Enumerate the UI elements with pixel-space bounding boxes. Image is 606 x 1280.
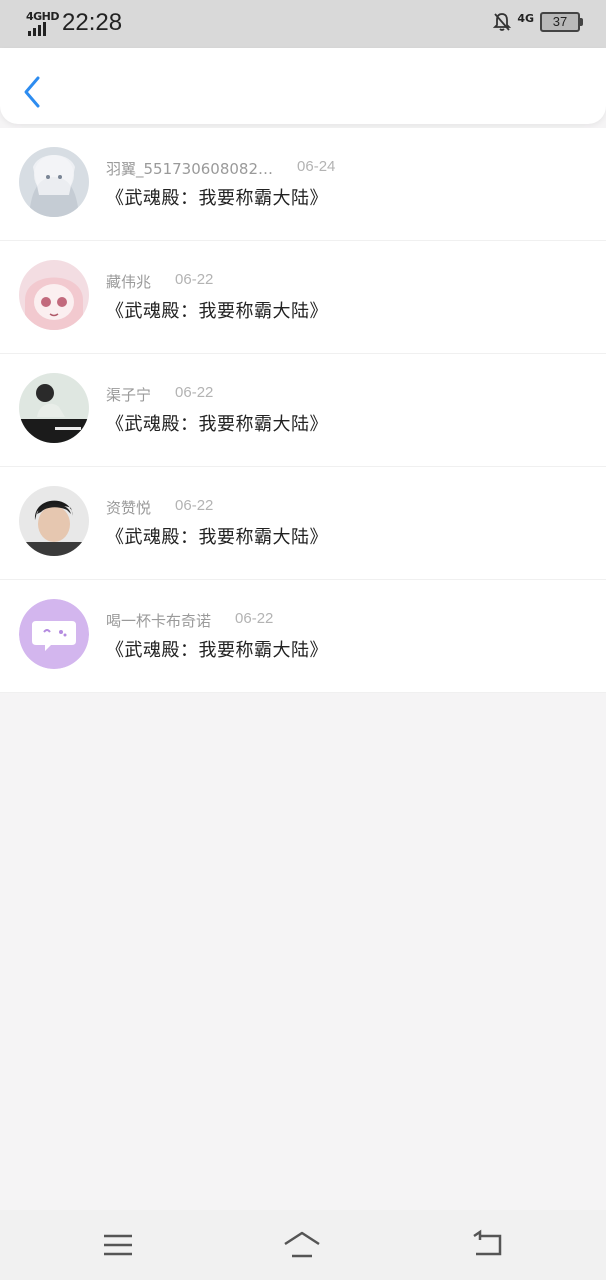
date: 06-22: [235, 610, 274, 627]
menu-icon: [104, 1234, 132, 1256]
header: [0, 48, 606, 124]
avatar: [19, 373, 89, 443]
book-title: 《武魂殿：我要称霸大陆》: [106, 527, 328, 548]
message-list: 羽翼_551730608082… 06-24 《武魂殿：我要称霸大陆》 藏伟兆 …: [0, 128, 606, 693]
chevron-left-icon: [24, 76, 40, 108]
status-bar: 4GHD 22:28 4G 37: [0, 0, 606, 48]
date: 06-22: [175, 271, 214, 288]
network-type-right: 4G: [517, 11, 534, 25]
chat-bubble-icon: [19, 599, 89, 669]
signal-icon: 4GHD: [26, 10, 60, 36]
list-item[interactable]: 藏伟兆 06-22 《武魂殿：我要称霸大陆》: [0, 241, 606, 354]
list-item[interactable]: 资赞悦 06-22 《武魂殿：我要称霸大陆》: [0, 467, 606, 580]
system-nav-bar: [0, 1210, 606, 1280]
book-title: 《武魂殿：我要称霸大陆》: [106, 414, 328, 435]
back-button[interactable]: [18, 74, 48, 110]
avatar: [19, 260, 89, 330]
date: 06-22: [175, 384, 214, 401]
status-icons: 4G 37: [493, 11, 583, 32]
battery-icon: 37: [540, 12, 583, 32]
date: 06-24: [297, 158, 336, 175]
back-icon: [473, 1229, 502, 1256]
book-title: 《武魂殿：我要称霸大陆》: [106, 640, 328, 661]
user-name: 羽翼_551730608082…: [106, 160, 274, 178]
book-title: 《武魂殿：我要称霸大陆》: [106, 301, 328, 322]
book-title: 《武魂殿：我要称霸大陆》: [106, 188, 328, 209]
list-item[interactable]: 羽翼_551730608082… 06-24 《武魂殿：我要称霸大陆》: [0, 128, 606, 241]
list-item[interactable]: 渠子宁 06-22 《武魂殿：我要称霸大陆》: [0, 354, 606, 467]
user-name: 资赞悦: [106, 499, 152, 517]
avatar: [19, 147, 89, 217]
clock: 22:28: [62, 9, 123, 36]
back-nav-button[interactable]: [468, 1228, 508, 1262]
bell-off-icon: [493, 13, 512, 31]
avatar: [19, 486, 89, 556]
avatar: [19, 599, 89, 669]
home-button[interactable]: [282, 1228, 322, 1262]
user-name: 渠子宁: [106, 386, 152, 404]
menu-button[interactable]: [98, 1228, 138, 1262]
home-icon: [284, 1231, 320, 1258]
divider: [0, 692, 606, 693]
battery-level: 37: [552, 14, 568, 29]
list-item[interactable]: 喝一杯卡布奇诺 06-22 《武魂殿：我要称霸大陆》: [0, 580, 606, 693]
user-name: 藏伟兆: [106, 273, 152, 291]
date: 06-22: [175, 497, 214, 514]
user-name: 喝一杯卡布奇诺: [106, 612, 212, 630]
